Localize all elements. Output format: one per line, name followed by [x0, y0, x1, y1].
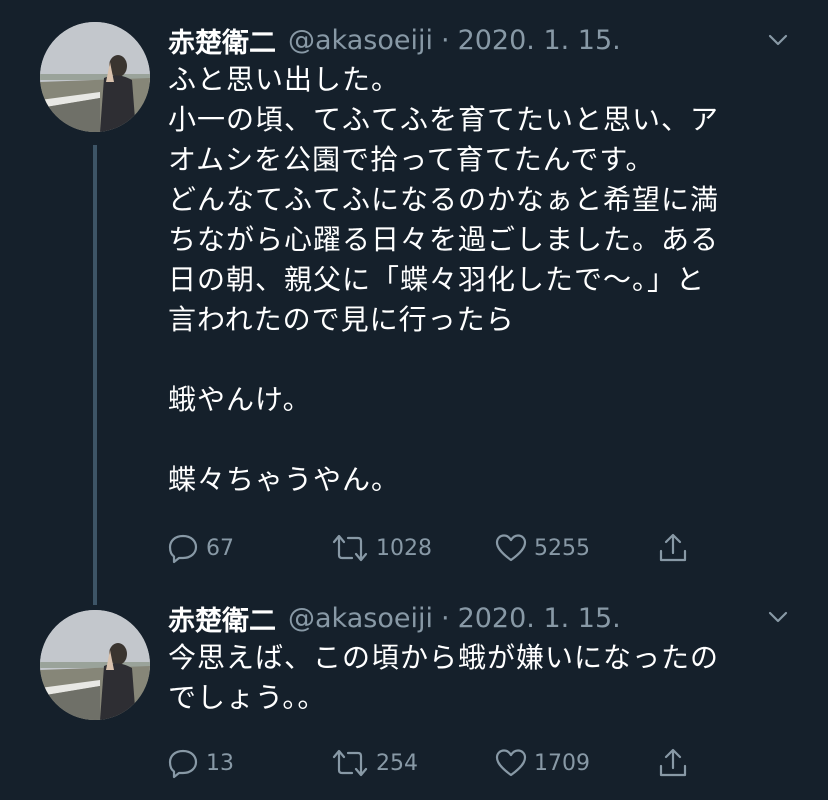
- tweet-text: 今思えば、この頃から蛾が嫌いになったの でしょう。。: [168, 641, 720, 714]
- like-count: 5255: [534, 535, 590, 561]
- retweet-count: 1028: [376, 535, 432, 561]
- tweet-actions: 13 254 1709: [166, 743, 706, 783]
- avatar[interactable]: [40, 610, 150, 720]
- retweet-count: 254: [376, 750, 418, 776]
- heart-icon: [494, 531, 528, 565]
- header-separator: ·: [440, 24, 450, 56]
- heart-icon: [494, 746, 528, 780]
- author-name[interactable]: 赤楚衛二: [168, 599, 276, 638]
- share-button[interactable]: [656, 743, 690, 783]
- tweet-date[interactable]: 2020. 1. 15.: [458, 603, 621, 634]
- share-icon: [656, 746, 690, 780]
- retweet-icon: [330, 746, 370, 780]
- tweet-actions: 67 1028 5255: [166, 528, 706, 568]
- tweet[interactable]: 赤楚衛二 @akasoeiji · 2020. 1. 15. ふと思い出した。 …: [0, 0, 828, 605]
- reply-button[interactable]: 67: [166, 528, 234, 568]
- tweet-header: 赤楚衛二 @akasoeiji · 2020. 1. 15.: [168, 20, 621, 60]
- retweet-icon: [330, 531, 370, 565]
- share-icon: [656, 531, 690, 565]
- reply-count: 67: [206, 535, 234, 561]
- author-handle[interactable]: @akasoeiji: [288, 603, 433, 634]
- reply-icon: [166, 531, 200, 565]
- author-handle[interactable]: @akasoeiji: [288, 25, 433, 56]
- reply-icon: [166, 746, 200, 780]
- tweet-date[interactable]: 2020. 1. 15.: [458, 25, 621, 56]
- chevron-down-icon[interactable]: [766, 28, 790, 52]
- like-count: 1709: [534, 750, 590, 776]
- tweet[interactable]: 赤楚衛二 @akasoeiji · 2020. 1. 15. 今思えば、この頃か…: [0, 590, 828, 800]
- author-name[interactable]: 赤楚衛二: [168, 21, 276, 60]
- retweet-button[interactable]: 254: [330, 743, 418, 783]
- retweet-button[interactable]: 1028: [330, 528, 432, 568]
- tweet-text: ふと思い出した。 小一の頃、てふてふを育てたいと思い、ア オムシを公園で拾って育…: [168, 63, 720, 496]
- reply-button[interactable]: 13: [166, 743, 234, 783]
- header-separator: ·: [440, 602, 450, 634]
- like-button[interactable]: 1709: [494, 743, 590, 783]
- tweet-header: 赤楚衛二 @akasoeiji · 2020. 1. 15.: [168, 598, 621, 638]
- share-button[interactable]: [656, 528, 690, 568]
- like-button[interactable]: 5255: [494, 528, 590, 568]
- avatar[interactable]: [40, 22, 150, 132]
- reply-count: 13: [206, 750, 234, 776]
- thread-connector-line: [93, 145, 97, 605]
- chevron-down-icon[interactable]: [766, 605, 790, 629]
